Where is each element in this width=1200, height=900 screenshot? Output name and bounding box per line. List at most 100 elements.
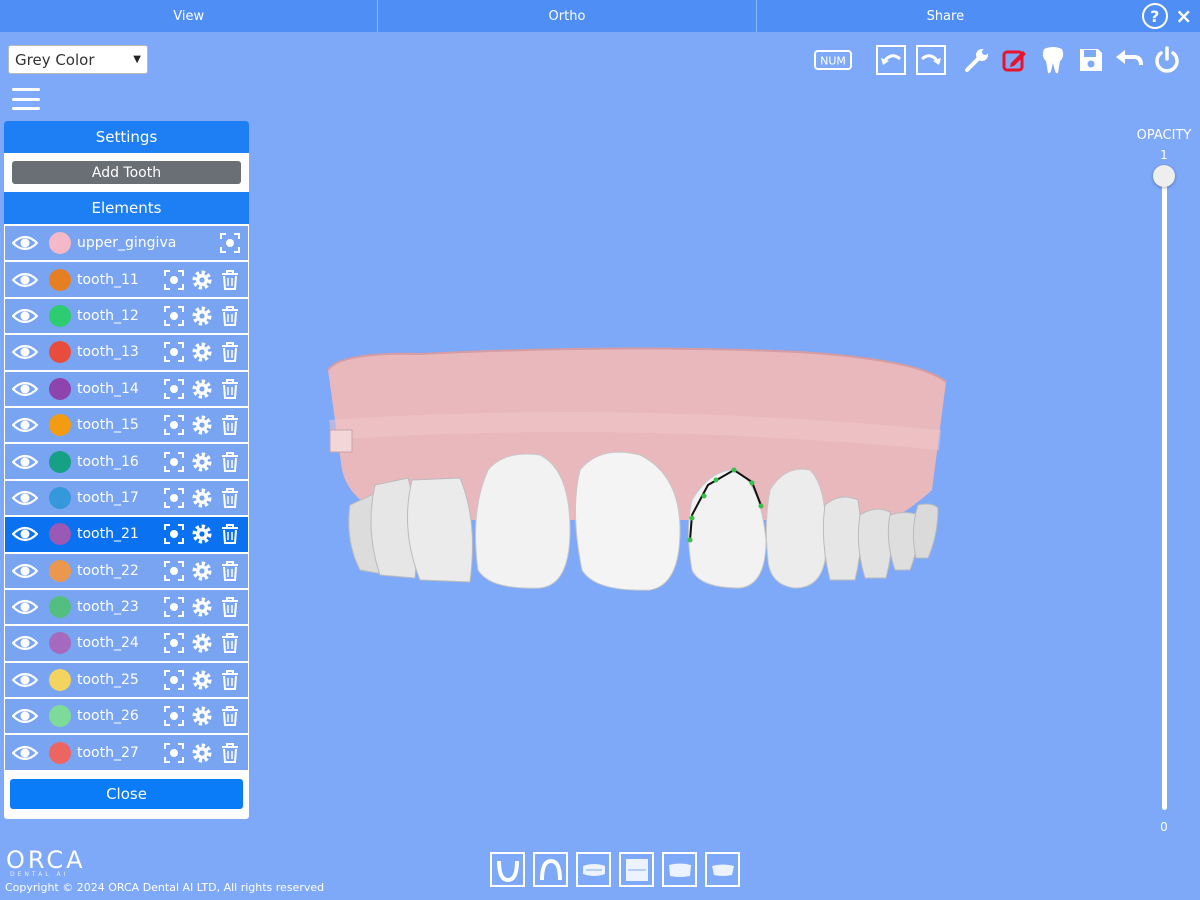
eye-icon[interactable] [5,416,45,434]
color-mode-select[interactable]: Grey Color ▼ [8,45,148,74]
save-icon[interactable] [1072,41,1110,79]
wrench-icon[interactable] [958,41,996,79]
gear-icon[interactable] [190,631,214,655]
color-swatch[interactable] [49,632,71,655]
eye-icon[interactable] [5,380,45,398]
focus-icon[interactable] [162,413,186,437]
edit-icon[interactable] [996,41,1034,79]
eye-icon[interactable] [5,744,45,762]
num-icon[interactable]: NUM [814,41,852,79]
trash-icon[interactable] [218,595,242,619]
gear-icon[interactable] [190,522,214,546]
dental-model-viewport[interactable] [320,330,960,610]
color-swatch[interactable] [49,414,71,437]
gear-icon[interactable] [190,595,214,619]
color-swatch[interactable] [49,741,71,764]
color-swatch[interactable] [49,523,71,546]
eye-icon[interactable] [5,562,45,580]
element-row-tooth_15[interactable]: tooth_15 [5,407,248,443]
trash-icon[interactable] [218,668,242,692]
focus-icon[interactable] [162,450,186,474]
add-tooth-button[interactable]: Add Tooth [12,161,241,184]
undo-icon[interactable] [1110,41,1148,79]
eye-icon[interactable] [5,234,45,252]
gear-icon[interactable] [190,741,214,765]
color-swatch[interactable] [49,486,71,509]
element-row-tooth_23[interactable]: tooth_23 [5,589,248,625]
eye-icon[interactable] [5,671,45,689]
focus-icon[interactable] [162,704,186,728]
settings-header[interactable]: Settings [4,121,249,153]
trash-icon[interactable] [218,631,242,655]
color-swatch[interactable] [49,668,71,691]
element-row-tooth_11[interactable]: tooth_11 [5,262,248,297]
element-row-tooth_14[interactable]: tooth_14 [5,371,248,406]
trash-icon[interactable] [218,304,242,328]
color-swatch[interactable] [49,596,71,619]
element-row-tooth_13[interactable]: tooth_13 [5,335,248,370]
trash-icon[interactable] [218,559,242,583]
trash-icon[interactable] [218,522,242,546]
eye-icon[interactable] [5,307,45,325]
color-swatch[interactable] [49,268,71,291]
focus-icon[interactable] [162,559,186,583]
focus-icon[interactable] [162,522,186,546]
color-swatch[interactable] [49,304,71,327]
trash-icon[interactable] [218,704,242,728]
gear-icon[interactable] [190,486,214,510]
eye-icon[interactable] [5,634,45,652]
tooth-icon[interactable] [1034,41,1072,79]
color-swatch[interactable] [49,377,71,400]
element-row-tooth_25[interactable]: tooth_25 [5,662,248,698]
trash-icon[interactable] [218,413,242,437]
gear-icon[interactable] [190,413,214,437]
color-swatch[interactable] [49,341,71,364]
gear-icon[interactable] [190,377,214,401]
gear-icon[interactable] [190,268,214,292]
menu-share[interactable]: Share [757,0,1134,32]
opacity-slider-thumb[interactable] [1153,165,1175,187]
trash-icon[interactable] [218,741,242,765]
eye-icon[interactable] [5,598,45,616]
menu-view[interactable]: View [0,0,379,32]
focus-icon[interactable] [162,668,186,692]
gear-icon[interactable] [190,704,214,728]
eye-icon[interactable] [5,453,45,471]
focus-icon[interactable] [162,340,186,364]
focus-icon[interactable] [162,631,186,655]
trash-icon[interactable] [218,340,242,364]
rotate-left-icon[interactable] [872,41,910,79]
gear-icon[interactable] [190,340,214,364]
element-row-tooth_27[interactable]: tooth_27 [5,735,248,770]
gear-icon[interactable] [190,304,214,328]
eye-icon[interactable] [5,707,45,725]
close-panel-button[interactable]: Close [10,779,243,809]
color-swatch[interactable] [49,705,71,728]
front-view-icon[interactable] [576,852,611,887]
hamburger-menu-icon[interactable] [12,88,40,110]
full-view-icon[interactable] [619,852,654,887]
element-row-tooth_26[interactable]: tooth_26 [5,699,248,734]
opacity-slider[interactable] [1162,172,1167,810]
eye-icon[interactable] [5,525,45,543]
trash-icon[interactable] [218,450,242,474]
element-row-tooth_21[interactable]: tooth_21 [5,517,248,552]
eye-icon[interactable] [5,343,45,361]
focus-icon[interactable] [218,231,242,255]
focus-icon[interactable] [162,486,186,510]
trash-icon[interactable] [218,486,242,510]
color-swatch[interactable] [49,232,71,255]
focus-icon[interactable] [162,595,186,619]
element-row-tooth_22[interactable]: tooth_22 [5,553,248,588]
element-row-tooth_16[interactable]: tooth_16 [5,444,248,479]
trash-icon[interactable] [218,268,242,292]
trash-icon[interactable] [218,377,242,401]
help-button[interactable]: ? [1141,3,1168,29]
element-row-tooth_24[interactable]: tooth_24 [5,626,248,661]
focus-icon[interactable] [162,377,186,401]
power-icon[interactable] [1148,41,1186,79]
element-row-tooth_17[interactable]: tooth_17 [5,480,248,516]
eye-icon[interactable] [5,271,45,289]
focus-icon[interactable] [162,268,186,292]
element-row-upper_gingiva[interactable]: upper_gingiva [5,226,248,261]
